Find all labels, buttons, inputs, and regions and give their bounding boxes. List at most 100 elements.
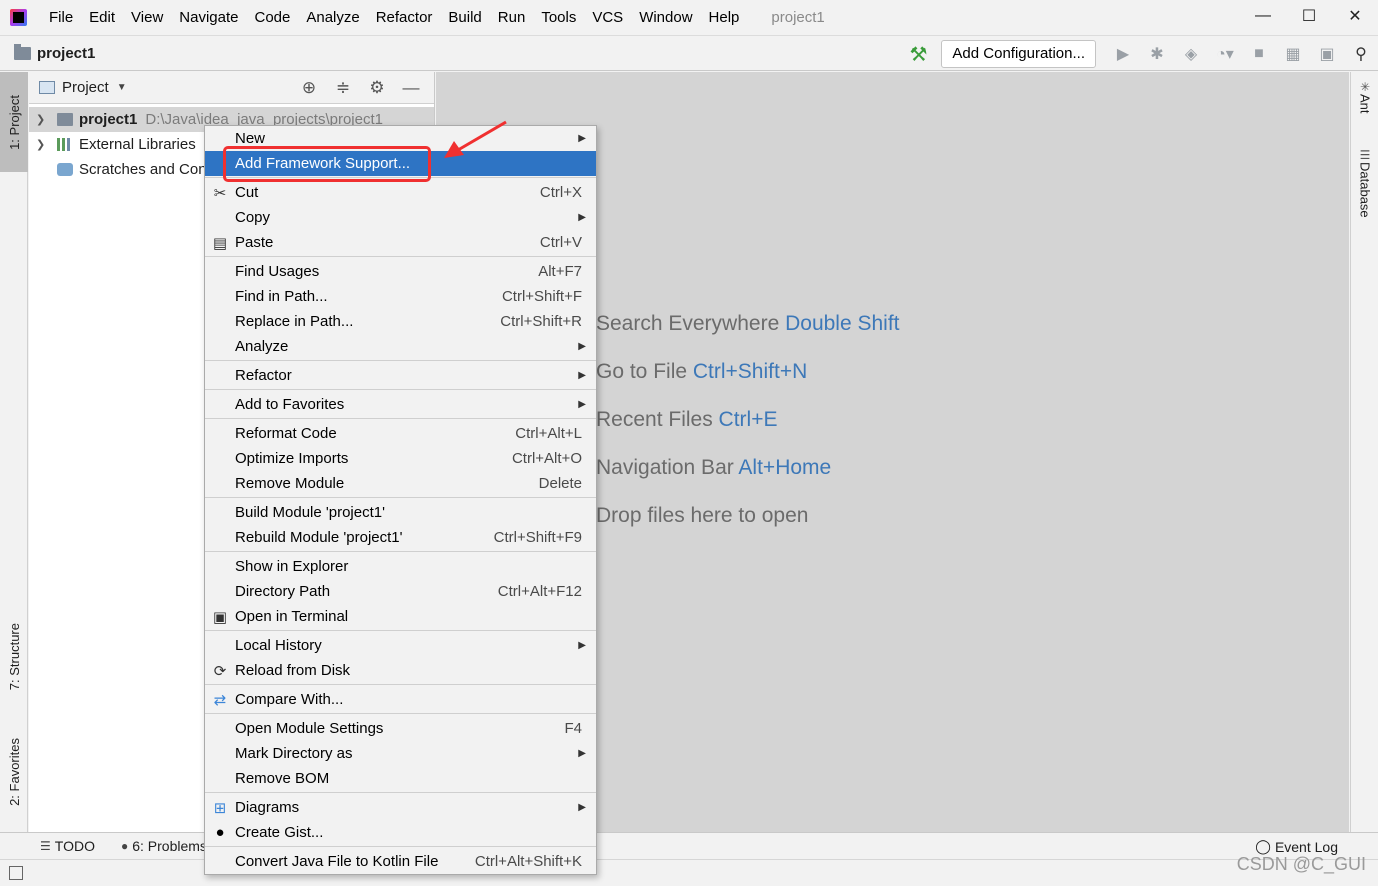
menu-analyze[interactable]: Analyze [298, 0, 367, 35]
tab-favorites-label: 2: Favorites [6, 738, 22, 806]
run-icon[interactable]: ▶ [1106, 39, 1140, 69]
menu-item-compare-with[interactable]: ⇄ Compare With... [205, 687, 596, 712]
menu-item-reload-from-disk[interactable]: ⟳ Reload from Disk [205, 658, 596, 683]
menu-item-optimize-imports[interactable]: Optimize Imports Ctrl+Alt+O [205, 446, 596, 471]
menu-file[interactable]: File [41, 0, 81, 35]
menu-item-remove-bom[interactable]: Remove BOM [205, 766, 596, 791]
coverage-icon[interactable]: ◈ [1174, 39, 1208, 69]
project-view-icon [39, 81, 55, 94]
minimize-button[interactable]: — [1240, 0, 1286, 32]
menu-item-open-in-terminal[interactable]: ▣ Open in Terminal [205, 604, 596, 629]
menu-item-replace-in-path[interactable]: Replace in Path... Ctrl+Shift+R [205, 309, 596, 334]
github-icon: ● [215, 824, 225, 841]
menu-refactor[interactable]: Refactor [368, 0, 441, 35]
menu-item-convert-to-kotlin[interactable]: Convert Java File to Kotlin File Ctrl+Alt… [205, 849, 596, 874]
menu-item-rebuild-module[interactable]: Rebuild Module 'project1' Ctrl+Shift+F9 [205, 525, 596, 550]
menu-item-refactor[interactable]: Refactor ▶ [205, 363, 596, 388]
menu-item-build-module[interactable]: Build Module 'project1' [205, 500, 596, 525]
menu-item-show-in-explorer[interactable]: Show in Explorer [205, 554, 596, 579]
submenu-arrow-icon: ▶ [578, 341, 586, 352]
menu-item-reformat-code[interactable]: Reformat Code Ctrl+Alt+L [205, 421, 596, 446]
clipboard-icon: ▤ [212, 234, 228, 252]
menu-item-directory-path[interactable]: Directory Path Ctrl+Alt+F12 [205, 579, 596, 604]
toggle-tool-windows-icon[interactable] [9, 866, 23, 880]
menu-item-remove-module[interactable]: Remove Module Delete [205, 471, 596, 496]
submenu-arrow-icon: ▶ [578, 370, 586, 381]
terminal-icon: ▣ [212, 608, 228, 626]
breadcrumb-project[interactable]: project1 [37, 45, 95, 62]
terminal-icon[interactable]: ▣ [1310, 39, 1344, 69]
menu-navigate[interactable]: Navigate [171, 0, 246, 35]
menu-vcs[interactable]: VCS [584, 0, 631, 35]
project-view-title[interactable]: Project [62, 79, 109, 96]
add-configuration-button[interactable]: Add Configuration... [941, 40, 1096, 68]
collapse-all-icon[interactable]: ≑ [326, 78, 360, 98]
menu-item-paste[interactable]: ▤ Paste Ctrl+V [205, 230, 596, 255]
project-panel-header: Project ▼ ⊕ ≑ ⚙ — [29, 72, 434, 104]
menu-item-add-to-favorites[interactable]: Add to Favorites ▶ [205, 392, 596, 417]
menu-item-open-module-settings[interactable]: Open Module Settings F4 [205, 716, 596, 741]
window-title: project1 [771, 9, 825, 26]
tab-structure[interactable]: 7: Structure [0, 602, 28, 712]
tree-item-label: External Libraries [79, 136, 196, 153]
menu-edit[interactable]: Edit [81, 0, 123, 35]
menu-code[interactable]: Code [246, 0, 298, 35]
tree-item-label: project1 [79, 111, 138, 128]
annotation-arrow-icon [444, 120, 507, 158]
stop-icon[interactable]: ■ [1242, 39, 1276, 69]
menu-item-copy[interactable]: Copy ▶ [205, 205, 596, 230]
menu-item-find-in-path[interactable]: Find in Path... Ctrl+Shift+F [205, 284, 596, 309]
menu-item-cut[interactable]: ✂ Cut Ctrl+X [205, 180, 596, 205]
database-icon: ☰ [1359, 148, 1371, 162]
project-structure-icon[interactable]: ▦ [1276, 39, 1310, 69]
compare-arrows-icon: ⇄ [213, 691, 227, 709]
tab-problems[interactable]: ● 6: Problems [121, 838, 207, 854]
menu-item-mark-directory-as[interactable]: Mark Directory as ▶ [205, 741, 596, 766]
menu-window[interactable]: Window [631, 0, 700, 35]
expand-arrow-icon[interactable]: ❯ [36, 113, 46, 126]
menu-item-create-gist[interactable]: ● Create Gist... [205, 820, 596, 845]
submenu-arrow-icon: ▶ [578, 748, 586, 759]
search-icon[interactable]: ⚲ [1344, 39, 1378, 69]
menu-tools[interactable]: Tools [533, 0, 584, 35]
hint-recent-files: Recent Files Ctrl+E [596, 408, 778, 431]
tab-database[interactable]: ☰ Database [1351, 148, 1378, 218]
submenu-arrow-icon: ▶ [578, 802, 586, 813]
build-hammer-icon[interactable]: ⚒ [901, 39, 935, 69]
hide-icon[interactable]: — [394, 78, 428, 98]
menu-help[interactable]: Help [701, 0, 748, 35]
expand-arrow-icon[interactable]: ❯ [36, 138, 46, 151]
menu-item-analyze[interactable]: Analyze ▶ [205, 334, 596, 359]
menu-item-local-history[interactable]: Local History ▶ [205, 633, 596, 658]
menu-item-find-usages[interactable]: Find Usages Alt+F7 [205, 259, 596, 284]
project-folder-icon [14, 43, 31, 60]
chevron-down-icon[interactable]: ▼ [117, 82, 127, 93]
close-button[interactable]: ✕ [1332, 0, 1378, 32]
tab-project-label: 1: Project [6, 94, 22, 150]
menu-item-diagrams[interactable]: ⊞ Diagrams ▶ [205, 795, 596, 820]
menu-view[interactable]: View [123, 0, 171, 35]
hint-drop-files: Drop files here to open [596, 504, 809, 527]
event-log-icon: ◯ [1255, 838, 1271, 854]
tab-todo[interactable]: ☰ TODO [40, 838, 95, 854]
submenu-arrow-icon: ▶ [578, 212, 586, 223]
submenu-arrow-icon: ▶ [578, 133, 586, 144]
tab-structure-label: 7: Structure [6, 623, 22, 691]
tab-favorites[interactable]: 2: Favorites [0, 722, 28, 822]
tab-project[interactable]: 1: Project [0, 72, 28, 172]
hint-navigation-bar: Navigation Bar Alt+Home [596, 456, 832, 479]
right-tool-strip: ✳ Ant ☰ Database [1350, 72, 1378, 832]
navigation-bar: project1 ⚒ Add Configuration... ▶ ✱ ◈ ◔▾… [0, 35, 1378, 71]
menu-run[interactable]: Run [490, 0, 534, 35]
profile-icon[interactable]: ◔▾ [1208, 39, 1242, 69]
debug-icon[interactable]: ✱ [1140, 39, 1174, 69]
maximize-button[interactable]: ☐ [1286, 0, 1332, 32]
tab-ant[interactable]: ✳ Ant [1351, 80, 1378, 114]
menu-build[interactable]: Build [440, 0, 489, 35]
gear-icon[interactable]: ⚙ [360, 78, 394, 98]
menu-bar: File Edit View Navigate Code Analyze Ref… [0, 0, 1378, 35]
submenu-arrow-icon: ▶ [578, 640, 586, 651]
libraries-icon [57, 138, 73, 151]
scratches-icon [57, 163, 73, 176]
locate-icon[interactable]: ⊕ [292, 78, 326, 98]
